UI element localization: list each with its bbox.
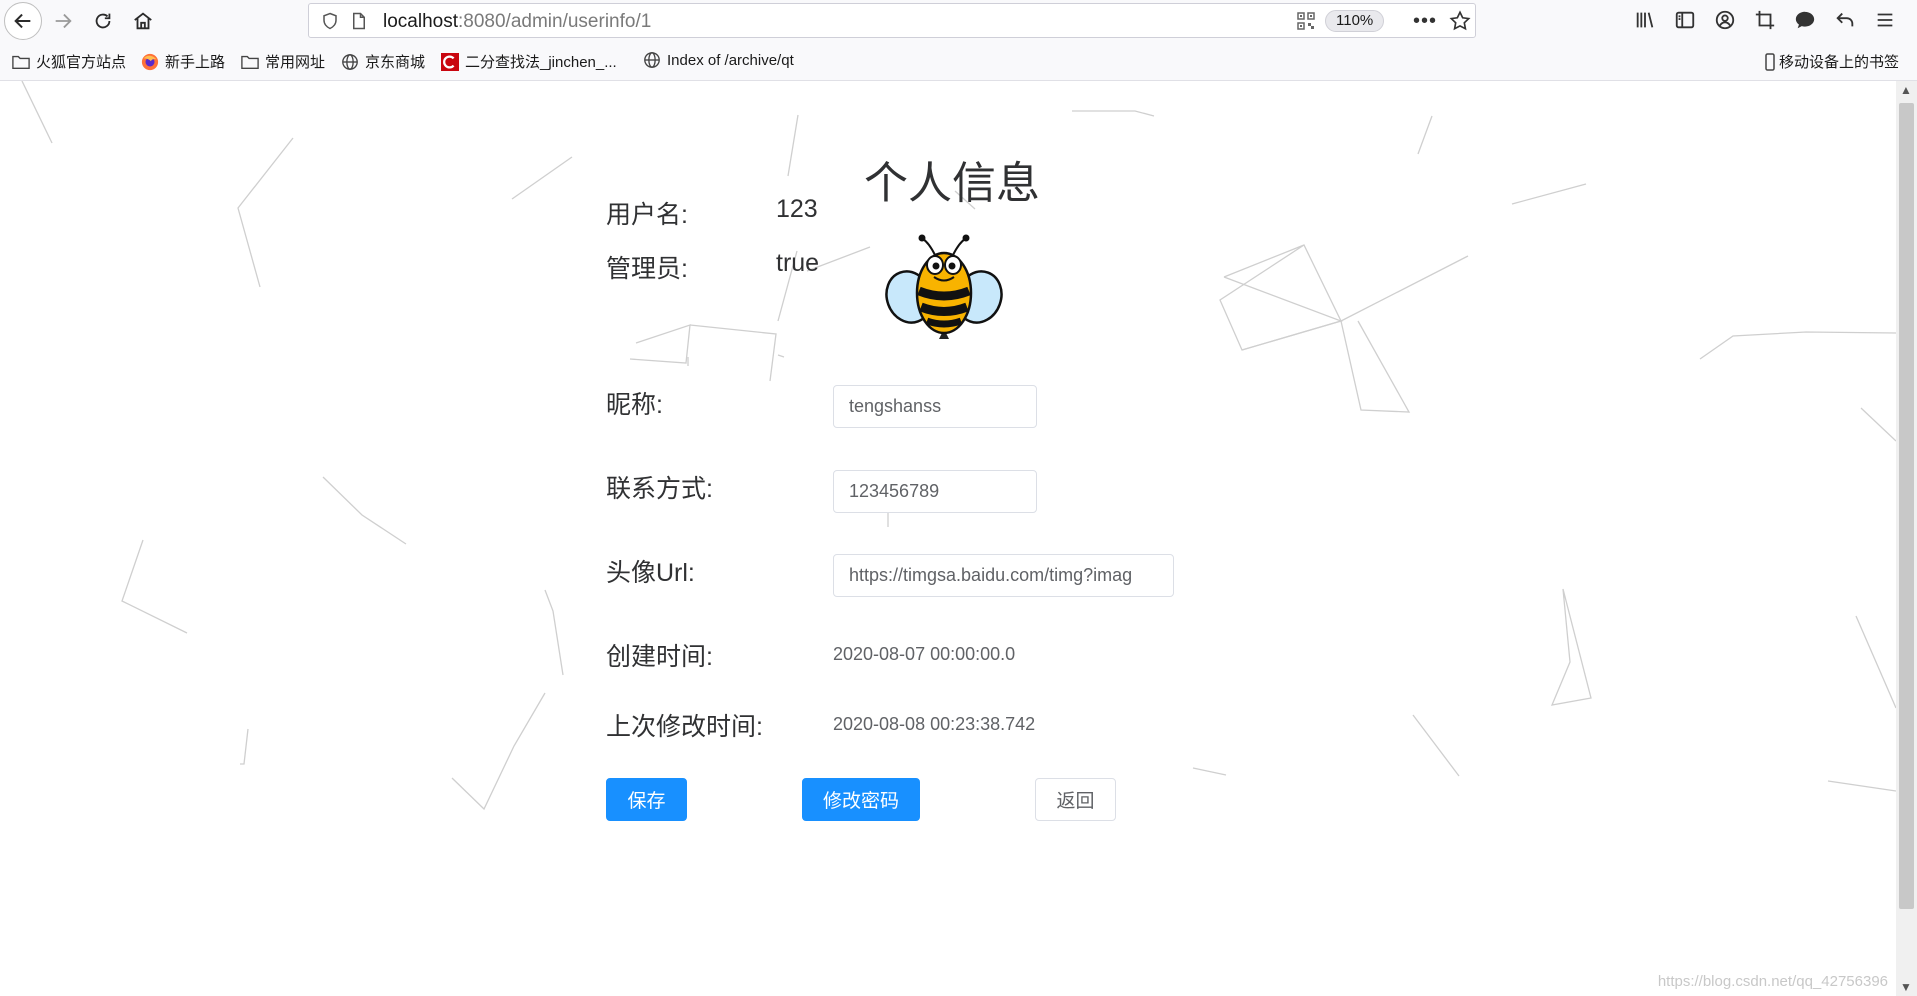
- scroll-up-arrow-icon[interactable]: ▲: [1900, 83, 1912, 97]
- contact-input[interactable]: 123456789: [833, 470, 1037, 513]
- reload-icon: [95, 13, 111, 29]
- bookmark-jd[interactable]: 京东商城: [341, 51, 425, 72]
- bookmark-label: 常用网址: [265, 54, 326, 71]
- modified-time-value: 2020-08-08 00:23:38.742: [833, 714, 1036, 734]
- bookmark-common-sites[interactable]: 常用网址: [241, 51, 325, 72]
- created-time-value: 2020-08-07 00:00:00.0: [833, 644, 1016, 664]
- contact-label: 联系方式:: [606, 475, 713, 503]
- vertical-scrollbar[interactable]: ▲ ▼: [1896, 81, 1917, 996]
- forward-button[interactable]: [46, 4, 80, 38]
- particle-network-background: [21, 81, 1896, 811]
- page-title: 个人信息: [864, 159, 1040, 208]
- arrow-left-icon: [14, 13, 31, 29]
- home-icon: [134, 12, 152, 30]
- shield-icon[interactable]: [321, 12, 339, 30]
- browser-toolbar: localhost:8080/admin/userinfo/1 110% •••: [0, 0, 1917, 42]
- avatar-url-input[interactable]: https://timgsa.baidu.com/timg?imag: [833, 554, 1174, 597]
- mobile-bookmarks-label: 移动设备上的书签: [1779, 54, 1900, 71]
- arrow-right-icon: [55, 13, 72, 29]
- qr-code-icon[interactable]: [1297, 12, 1315, 30]
- bookmark-label: 火狐官方站点: [36, 54, 127, 71]
- zoom-level-badge[interactable]: 110%: [1325, 10, 1385, 32]
- url-path: :8080/admin/userinfo/1: [458, 11, 652, 32]
- mobile-phone-icon: [1765, 52, 1775, 71]
- library-icon[interactable]: [1633, 8, 1657, 32]
- account-icon[interactable]: [1713, 8, 1737, 32]
- url-text[interactable]: localhost:8080/admin/userinfo/1: [383, 11, 651, 33]
- nickname-input[interactable]: tengshanss: [833, 385, 1037, 428]
- bookmark-firefox-official[interactable]: 火狐官方站点: [12, 51, 126, 72]
- folder-icon: [241, 53, 259, 71]
- scrollbar-thumb[interactable]: [1899, 103, 1914, 909]
- bookmarks-bar: 火狐官方站点 新手上路 常用网址 京东商城 二分查找法_jinchen_... …: [0, 42, 1917, 81]
- sidebar-icon[interactable]: [1673, 8, 1697, 32]
- hamburger-menu-icon[interactable]: [1873, 8, 1897, 32]
- watermark: https://blog.csdn.net/qq_42756396: [1657, 973, 1888, 990]
- csdn-icon: [441, 52, 459, 71]
- bookmark-star-icon[interactable]: [1449, 10, 1471, 32]
- back-button[interactable]: 返回: [1035, 778, 1116, 821]
- bookmark-label: 二分查找法_jinchen_...: [465, 54, 617, 71]
- bookmark-getting-started[interactable]: 新手上路: [141, 51, 225, 72]
- created-time-label: 创建时间:: [606, 643, 713, 671]
- bookmark-label: 新手上路: [165, 54, 226, 71]
- bookmark-archive-qt[interactable]: Index of /archive/qt: [643, 51, 794, 69]
- firefox-icon: [141, 53, 159, 71]
- bookmark-label: Index of /archive/qt: [667, 51, 794, 69]
- back-button[interactable]: [4, 2, 42, 40]
- more-actions-icon[interactable]: •••: [1413, 10, 1437, 33]
- change-password-button[interactable]: 修改密码: [802, 778, 920, 821]
- url-host: localhost: [383, 11, 458, 32]
- folder-icon: [12, 53, 30, 71]
- save-button[interactable]: 保存: [606, 778, 687, 821]
- globe-icon: [341, 53, 359, 71]
- reload-button[interactable]: [86, 4, 120, 38]
- home-button[interactable]: [126, 4, 160, 38]
- screenshot-crop-icon[interactable]: [1753, 8, 1777, 32]
- chat-bubble-icon[interactable]: [1793, 8, 1817, 32]
- bookmark-binary-search[interactable]: 二分查找法_jinchen_...: [441, 51, 617, 72]
- modified-time-label: 上次修改时间:: [606, 713, 763, 741]
- admin-label: 管理员:: [606, 255, 688, 283]
- admin-value: true: [776, 249, 820, 277]
- page-viewport: 个人信息 用户名: 123 管理员: true 昵称: tengshanss 联…: [0, 81, 1896, 996]
- bee-icon: [885, 234, 1003, 339]
- mobile-bookmarks[interactable]: 移动设备上的书签: [1765, 51, 1899, 72]
- undo-arrow-icon[interactable]: [1833, 8, 1857, 32]
- page-icon[interactable]: [351, 12, 367, 30]
- toolbar-right-icons: [1633, 8, 1897, 32]
- avatar-url-label: 头像Url:: [606, 559, 695, 587]
- globe-icon: [643, 51, 661, 69]
- nickname-label: 昵称:: [606, 391, 663, 419]
- username-value: 123: [776, 195, 818, 223]
- scroll-down-arrow-icon[interactable]: ▼: [1900, 980, 1912, 994]
- url-bar[interactable]: localhost:8080/admin/userinfo/1 110% •••: [308, 3, 1476, 38]
- username-label: 用户名:: [606, 201, 688, 229]
- bookmark-label: 京东商城: [365, 54, 426, 71]
